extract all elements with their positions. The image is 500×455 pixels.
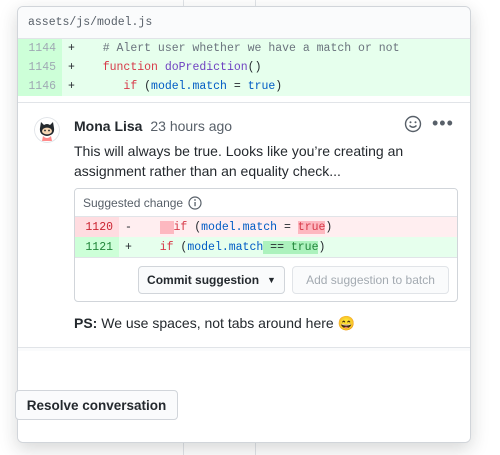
comment-body: This will always be true. Looks like you… xyxy=(74,143,404,179)
added-operator: == xyxy=(263,240,291,254)
author-name[interactable]: Mona Lisa xyxy=(74,118,142,134)
code-token: model.match xyxy=(151,80,227,93)
smile-emoji: 😄 xyxy=(337,315,356,331)
line-number[interactable]: 1146 xyxy=(18,77,62,96)
code: if (model.match = true) xyxy=(139,220,332,234)
ps-text: We use spaces, not tabs around here xyxy=(97,315,338,331)
resolve-conversation-button[interactable]: Resolve conversation xyxy=(15,390,178,420)
code-token: = xyxy=(226,80,248,93)
comment-postscript: PS: We use spaces, not tabs around here … xyxy=(74,315,355,332)
diff-sign: - xyxy=(125,220,132,234)
line-number[interactable]: 1144 xyxy=(18,39,62,58)
deleted-value: true xyxy=(297,220,326,234)
line-number[interactable]: 1145 xyxy=(18,58,62,77)
code-token: if xyxy=(123,80,138,93)
suggestion-added-line: 1121 + if (model.match == true) xyxy=(75,237,457,257)
code-token: () xyxy=(247,61,262,74)
diff-line: 1144 + # Alert user whether we have a mat… xyxy=(18,39,470,58)
smiley-icon[interactable] xyxy=(404,115,422,133)
diff-block: 1144 + # Alert user whether we have a mat… xyxy=(18,39,470,96)
diff-sign: + xyxy=(68,61,75,74)
author-avatar[interactable] xyxy=(34,117,60,143)
suggested-change: Suggested change 1120 - if (model.match … xyxy=(74,188,458,302)
code-token: true xyxy=(247,80,276,93)
code: function doPrediction() xyxy=(82,61,262,74)
comment-meta: Mona Lisa 23 hours ago xyxy=(74,118,232,134)
diff-sign: + xyxy=(68,42,75,55)
comment-thread: Mona Lisa 23 hours ago ••• This will alw… xyxy=(18,102,470,381)
diff-sign: + xyxy=(68,80,75,93)
kebab-horizontal-icon[interactable]: ••• xyxy=(432,113,454,134)
comment: Mona Lisa 23 hours ago ••• This will alw… xyxy=(18,103,470,348)
code: # Alert user whether we have a match or … xyxy=(82,42,400,55)
code-token: ) xyxy=(275,80,283,93)
commit-suggestion-label: Commit suggestion xyxy=(147,273,260,287)
suggested-change-header: Suggested change xyxy=(75,189,457,217)
diff-sign: + xyxy=(125,240,132,254)
code-token: # Alert user whether we have a match or … xyxy=(102,42,400,55)
comment-timestamp[interactable]: 23 hours ago xyxy=(150,118,232,134)
code-token: doPrediction xyxy=(164,61,248,74)
suggestion-deleted-line: 1120 - if (model.match = true) xyxy=(75,217,457,237)
code-token: ( xyxy=(137,80,152,93)
add-suggestion-to-batch-button[interactable]: Add suggestion to batch xyxy=(292,266,449,294)
code: if (model.match = true) xyxy=(82,80,282,93)
chevron-down-icon: ▼ xyxy=(267,275,276,285)
info-icon[interactable] xyxy=(188,195,202,210)
deleted-highlight xyxy=(159,220,174,234)
commit-suggestion-button[interactable]: Commit suggestion ▼ xyxy=(138,266,285,294)
suggested-change-title: Suggested change xyxy=(83,195,184,210)
line-number[interactable]: 1121 xyxy=(75,237,119,257)
line-number[interactable]: 1120 xyxy=(75,217,119,237)
diff-line: 1145 + function doPrediction() xyxy=(18,58,470,77)
code-token: function xyxy=(102,61,158,74)
review-comment-card: assets/js/model.js 1144 + # Alert user wh… xyxy=(17,6,471,443)
code: if (model.match == true) xyxy=(159,240,326,254)
added-value: true xyxy=(290,240,319,254)
file-path: assets/js/model.js xyxy=(18,7,470,39)
diff-line: 1146 + if (model.match = true) xyxy=(18,77,470,96)
ps-label: PS: xyxy=(74,315,98,331)
suggestion-actions: Commit suggestion ▼ Add suggestion to ba… xyxy=(75,257,457,301)
